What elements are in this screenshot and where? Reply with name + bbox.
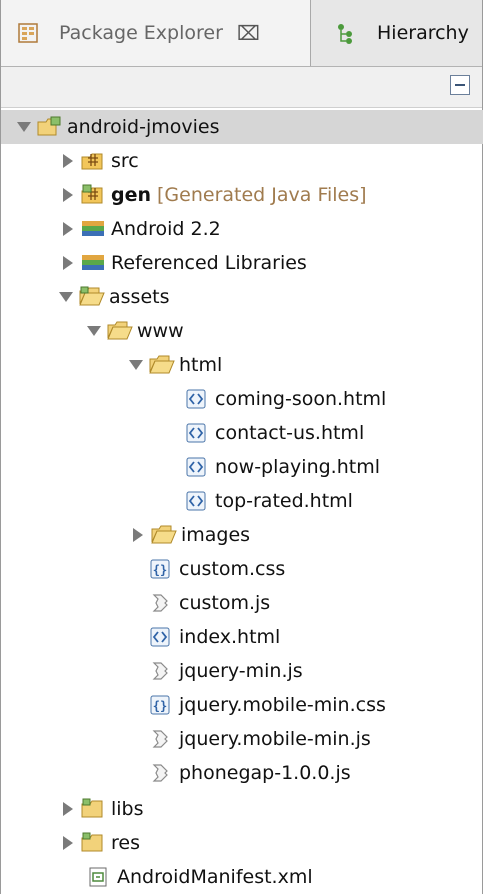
tree-item-label: AndroidManifest.xml: [117, 866, 313, 888]
tree-item-label: assets: [109, 286, 170, 308]
tree-item-label: html: [179, 354, 223, 376]
source-folder-icon: [81, 150, 107, 172]
tree-item-label: Android 2.2: [111, 218, 221, 240]
tree-item-gen[interactable]: gen [Generated Java Files]: [1, 178, 367, 212]
package-explorer-icon: [17, 22, 43, 44]
tree-item-src[interactable]: src: [1, 144, 139, 178]
tree-item-file[interactable]: contact-us.html: [1, 416, 364, 450]
tab-label: Hierarchy: [377, 22, 469, 44]
tree-item-file[interactable]: {} jquery.mobile-min.css: [1, 688, 386, 722]
tree-item-file[interactable]: jquery-min.js: [1, 654, 303, 688]
chevron-down-icon[interactable]: [59, 292, 73, 302]
chevron-down-icon[interactable]: [87, 326, 101, 336]
tree-item-label: src: [111, 150, 139, 172]
tree-item-label: libs: [111, 798, 144, 820]
chevron-right-icon[interactable]: [63, 154, 73, 168]
tree-item-file[interactable]: index.html: [1, 620, 280, 654]
tree-item-file[interactable]: jquery.mobile-min.js: [1, 722, 371, 756]
tree-item-file[interactable]: now-playing.html: [1, 450, 380, 484]
tree-item-label: images: [181, 524, 251, 546]
chevron-down-icon[interactable]: [17, 122, 31, 132]
folder-icon: [81, 832, 107, 854]
js-file-icon: [149, 660, 175, 682]
html-file-icon: [185, 456, 211, 478]
tree-item-www[interactable]: www: [1, 314, 184, 348]
tree-item-label: now-playing.html: [215, 456, 380, 478]
library-icon: [81, 252, 107, 274]
folder-open-icon: [79, 286, 105, 308]
library-icon: [81, 218, 107, 240]
tree-item-label: res: [111, 832, 140, 854]
html-file-icon: [185, 388, 211, 410]
html-file-icon: [185, 422, 211, 444]
collapse-all-icon[interactable]: [450, 75, 470, 95]
hierarchy-icon: [335, 22, 361, 44]
tree-item-label: jquery.mobile-min.css: [179, 694, 386, 716]
tree-item-label: android-jmovies: [67, 116, 220, 138]
xml-file-icon: [87, 866, 113, 888]
svg-text:{}: {}: [153, 563, 167, 577]
tree-item-label: www: [137, 320, 184, 342]
tree-item-file[interactable]: top-rated.html: [1, 484, 353, 518]
package-explorer-view: Package Explorer ⌧ Hierarchy android-jmo…: [0, 0, 483, 894]
css-file-icon: {}: [149, 694, 175, 716]
tree-item-label: jquery.mobile-min.js: [179, 728, 371, 750]
folder-open-icon: [107, 320, 133, 342]
svg-text:{}: {}: [153, 699, 167, 713]
close-icon[interactable]: ⌧: [237, 21, 260, 45]
html-file-icon: [185, 490, 211, 512]
tree-item-file[interactable]: AndroidManifest.xml: [1, 860, 313, 894]
tree-item-file[interactable]: coming-soon.html: [1, 382, 386, 416]
css-file-icon: {}: [149, 558, 175, 580]
tab-label: Package Explorer: [59, 22, 223, 44]
tree-item-html-folder[interactable]: html: [1, 348, 222, 382]
js-file-icon: [149, 728, 175, 750]
tree-item-file[interactable]: custom.js: [1, 586, 270, 620]
tree-item-label: coming-soon.html: [215, 388, 387, 410]
tree-item-label: jquery-min.js: [179, 660, 303, 682]
tree-item-images[interactable]: images: [1, 518, 250, 552]
tree-item-label: contact-us.html: [215, 422, 365, 444]
project-folder-icon: [37, 116, 63, 138]
tree-item-label: custom.js: [179, 592, 271, 614]
folder-open-icon: [151, 524, 177, 546]
tree-item-android-library[interactable]: Android 2.2: [1, 212, 221, 246]
chevron-right-icon[interactable]: [63, 222, 73, 236]
tree-item-label: Referenced Libraries: [111, 252, 307, 274]
tree-item-referenced-libraries[interactable]: Referenced Libraries: [1, 246, 307, 280]
generated-source-folder-icon: [81, 184, 107, 206]
tree-item-label: index.html: [179, 626, 281, 648]
js-file-icon: [149, 762, 175, 784]
chevron-right-icon[interactable]: [63, 836, 73, 850]
js-file-icon: [149, 592, 175, 614]
tree-item-project[interactable]: android-jmovies: [1, 110, 483, 144]
tree-item-label: gen: [111, 184, 152, 206]
folder-icon: [81, 798, 107, 820]
chevron-right-icon[interactable]: [63, 188, 73, 202]
tree-item-label: custom.css: [179, 558, 286, 580]
tree-item-res[interactable]: res: [1, 826, 140, 860]
chevron-down-icon[interactable]: [129, 360, 143, 370]
tree-item-assets[interactable]: assets: [1, 280, 169, 314]
tab-hierarchy[interactable]: Hierarchy: [323, 0, 469, 66]
view-toolbar: [1, 67, 482, 108]
tree-item-libs[interactable]: libs: [1, 792, 144, 826]
tab-package-explorer[interactable]: Package Explorer ⌧: [1, 0, 311, 66]
view-tab-bar: Package Explorer ⌧ Hierarchy: [1, 0, 482, 67]
tree-item-label: top-rated.html: [215, 490, 353, 512]
tree-item-label: phonegap-1.0.0.js: [179, 762, 351, 784]
tree-item-file[interactable]: phonegap-1.0.0.js: [1, 756, 351, 790]
chevron-right-icon[interactable]: [63, 256, 73, 270]
chevron-right-icon[interactable]: [133, 528, 143, 542]
html-file-icon: [149, 626, 175, 648]
chevron-right-icon[interactable]: [63, 802, 73, 816]
folder-open-icon: [149, 354, 175, 376]
tree-item-file[interactable]: {} custom.css: [1, 552, 285, 586]
tree-item-decoration: [Generated Java Files]: [157, 184, 367, 206]
